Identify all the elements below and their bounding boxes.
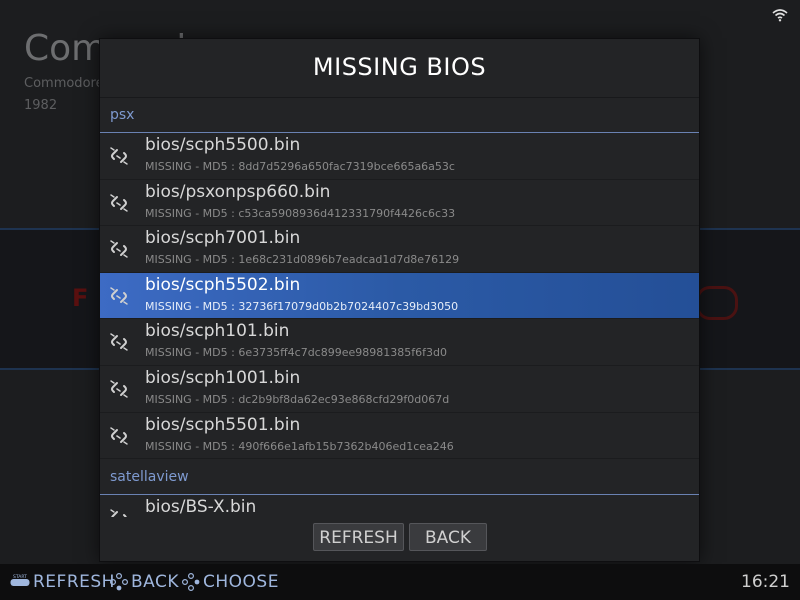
broken-link-icon	[108, 145, 130, 167]
dialog-button-bar: REFRESH BACK	[100, 523, 699, 555]
system-manufacturer: Commodore	[24, 76, 104, 91]
broken-link-icon	[108, 238, 130, 260]
back-button[interactable]: BACK	[409, 523, 487, 551]
system-year: 1982	[24, 98, 58, 113]
bios-file-path: bios/scph7001.bin	[145, 228, 301, 249]
help-choose: CHOOSE	[182, 572, 279, 592]
bios-list-item[interactable]: bios/psxonpsp660.bin MISSING - MD5 : c53c…	[100, 180, 699, 227]
broken-link-icon	[108, 285, 130, 307]
help-bar: START REFRESH BACK CHOOSE 16:21	[0, 564, 800, 600]
broken-link-icon	[108, 507, 130, 517]
bios-list-item[interactable]: bios/BS-X.bin	[100, 495, 699, 517]
bios-list-item[interactable]: bios/scph5501.bin MISSING - MD5 : 490f666…	[100, 413, 699, 460]
refresh-button[interactable]: REFRESH	[313, 523, 404, 551]
bios-md5-status: MISSING - MD5 : 490f666e1afb15b7362b406e…	[145, 439, 454, 453]
bios-file-path: bios/scph5501.bin	[145, 414, 301, 435]
bios-md5-status: MISSING - MD5 : c53ca5908936d412331790f4…	[145, 206, 456, 220]
bios-file-path: bios/psxonpsp660.bin	[145, 181, 331, 202]
broken-link-icon	[108, 192, 130, 214]
dpad-icon	[182, 573, 200, 591]
bios-list[interactable]: psx bios/scph5500.bin MISSING - MD5 : 8dd7…	[100, 97, 699, 517]
group-header-label: satellaview	[110, 469, 189, 486]
dialog-title: MISSING BIOS	[312, 53, 487, 81]
bios-md5-status: MISSING - MD5 : 1e68c231d0896b7eadcad1d7…	[145, 253, 460, 267]
broken-link-icon	[108, 425, 130, 447]
svg-text:START: START	[13, 574, 27, 580]
help-refresh-label: REFRESH	[33, 572, 115, 592]
broken-link-icon	[108, 378, 130, 400]
clock: 16:21	[741, 572, 790, 592]
bios-list-item[interactable]: bios/scph1001.bin MISSING - MD5 : dc2b9bf…	[100, 366, 699, 413]
bios-list-item[interactable]: bios/scph5500.bin MISSING - MD5 : 8dd7d52…	[100, 133, 699, 180]
help-refresh: START REFRESH	[10, 572, 115, 592]
bios-md5-status: MISSING - MD5 : 32736f17079d0b2b7024407c…	[145, 299, 459, 313]
bios-file-path: bios/scph1001.bin	[145, 367, 301, 388]
help-choose-label: CHOOSE	[203, 572, 279, 592]
bios-md5-status: MISSING - MD5 : 6e3735ff4c7dc899ee989813…	[145, 346, 447, 360]
bios-file-path: bios/scph101.bin	[145, 321, 290, 342]
start-button-icon: START	[10, 574, 30, 586]
help-back: BACK	[110, 572, 179, 592]
dpad-icon	[110, 573, 128, 591]
broken-link-icon	[108, 331, 130, 353]
bios-md5-status: MISSING - MD5 : dc2b9bf8da62ec93e868cfd2…	[145, 392, 450, 406]
wifi-icon	[772, 9, 788, 22]
bios-file-path: bios/BS-X.bin	[145, 497, 257, 517]
bios-list-item[interactable]: bios/scph7001.bin MISSING - MD5 : 1e68c23…	[100, 226, 699, 273]
bios-list-item[interactable]: bios/scph5502.bin MISSING - MD5 : 32736f1…	[100, 272, 699, 320]
group-header-satellaview: satellaview	[100, 459, 699, 496]
bios-md5-status: MISSING - MD5 : 8dd7d5296a650fac7319bce6…	[145, 160, 455, 173]
bios-list-item[interactable]: bios/scph101.bin MISSING - MD5 : 6e3735ff…	[100, 319, 699, 366]
help-back-label: BACK	[131, 572, 180, 592]
bios-file-path: bios/scph5502.bin	[145, 274, 301, 295]
bios-file-path: bios/scph5500.bin	[145, 135, 301, 155]
group-header-label: psx	[110, 107, 135, 123]
missing-bios-dialog: MISSING BIOS psx bios/scph5500.bin MISSING…	[99, 38, 700, 562]
group-header-psx: psx	[100, 97, 699, 133]
carousel-logo-right	[696, 286, 738, 320]
